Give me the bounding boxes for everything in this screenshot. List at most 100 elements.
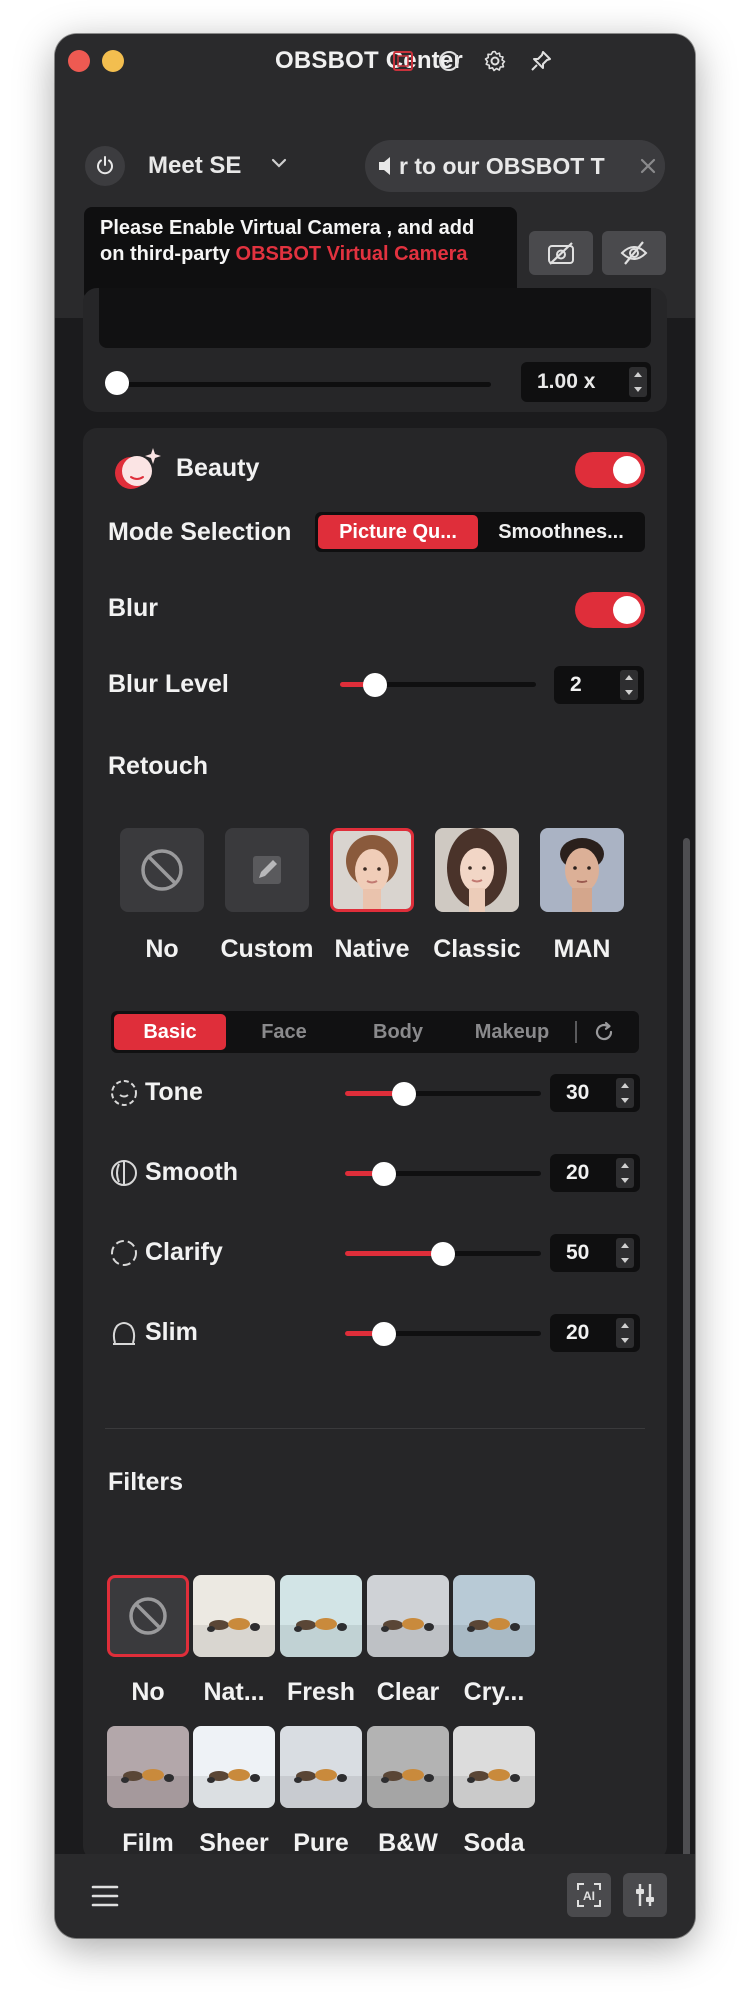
mode-picture-quality[interactable]: Picture Qu... bbox=[318, 515, 478, 549]
blur-level-stepper[interactable]: 2 bbox=[554, 666, 644, 704]
announcement-text: r to our OBSBOT T bbox=[399, 153, 605, 179]
tone-icon bbox=[111, 1080, 137, 1106]
virtual-camera-notice: Please Enable Virtual Camera , and add o… bbox=[84, 207, 517, 301]
scrollbar[interactable] bbox=[683, 838, 690, 1888]
retouch-custom[interactable] bbox=[225, 828, 309, 912]
retouch-label-native: Native bbox=[334, 935, 410, 963]
announcement-banner[interactable]: r to our OBSBOT T bbox=[365, 140, 665, 192]
filter-clear-3[interactable] bbox=[367, 1575, 449, 1657]
adjustment-tabs: Basic Face Body Makeup bbox=[111, 1011, 639, 1053]
retouch-label-man: MAN bbox=[553, 935, 611, 963]
chevron-down-icon[interactable] bbox=[270, 156, 288, 170]
filter-film-5[interactable] bbox=[107, 1726, 189, 1808]
tone-thumb[interactable] bbox=[391, 1082, 416, 1106]
announcement-close-button[interactable] bbox=[631, 140, 665, 192]
filter-preview-image bbox=[280, 1726, 362, 1808]
smooth-stepper-arrows[interactable] bbox=[616, 1158, 634, 1188]
tab-basic[interactable]: Basic bbox=[114, 1014, 226, 1050]
filter-preview-image bbox=[107, 1726, 189, 1808]
slim-value: 20 bbox=[566, 1321, 590, 1344]
beauty-title: Beauty bbox=[176, 454, 260, 482]
reset-icon[interactable] bbox=[592, 1020, 616, 1044]
beauty-toggle[interactable] bbox=[575, 452, 645, 488]
adjust-label-tone: Tone bbox=[145, 1078, 203, 1106]
gear-icon[interactable] bbox=[481, 47, 509, 75]
filter-b-w-8[interactable] bbox=[367, 1726, 449, 1808]
window-mode-icon[interactable] bbox=[389, 47, 417, 75]
filter-preview-image bbox=[453, 1726, 535, 1808]
blur-level-stepper-arrows[interactable] bbox=[620, 670, 638, 700]
tab-face[interactable]: Face bbox=[228, 1014, 340, 1050]
zoom-slider-thumb[interactable] bbox=[105, 371, 129, 395]
beauty-icon bbox=[115, 448, 161, 489]
eye-off-icon bbox=[620, 241, 648, 265]
title-bar: OBSBOT Center bbox=[55, 34, 695, 88]
ai-frame-icon: AI bbox=[577, 1883, 601, 1907]
retouch-none[interactable] bbox=[120, 828, 204, 912]
no-symbol-icon bbox=[129, 1597, 167, 1635]
filter-preview-image bbox=[453, 1575, 535, 1657]
tab-makeup[interactable]: Makeup bbox=[456, 1014, 568, 1050]
clarify-stepper-arrows[interactable] bbox=[616, 1238, 634, 1268]
tone-slider[interactable] bbox=[345, 1091, 541, 1096]
filter-cry-4[interactable] bbox=[453, 1575, 535, 1657]
filter-fresh-2[interactable] bbox=[280, 1575, 362, 1657]
zoom-stepper-arrows[interactable] bbox=[629, 367, 647, 397]
ai-tracking-button[interactable]: AI bbox=[567, 1873, 611, 1917]
section-divider bbox=[105, 1428, 645, 1429]
blur-toggle[interactable] bbox=[575, 592, 645, 628]
blur-label: Blur bbox=[108, 594, 158, 622]
tone-stepper[interactable]: 30 bbox=[550, 1074, 640, 1112]
close-icon bbox=[640, 158, 656, 174]
clarify-icon bbox=[111, 1240, 137, 1266]
sliders-icon bbox=[636, 1884, 654, 1906]
privacy-button[interactable] bbox=[602, 231, 666, 275]
mode-smoothness[interactable]: Smoothnes... bbox=[481, 515, 641, 549]
settings-panel: 1.00 x Beauty Mode Selection Picture Qu.… bbox=[55, 288, 695, 1888]
zoom-stepper[interactable]: 1.00 x bbox=[521, 362, 651, 402]
native-face-image bbox=[333, 831, 411, 909]
retouch-label-classic: Classic bbox=[433, 935, 521, 963]
filter-preview-image bbox=[367, 1575, 449, 1657]
smooth-stepper[interactable]: 20 bbox=[550, 1154, 640, 1192]
pin-icon[interactable] bbox=[527, 47, 555, 75]
tab-body[interactable]: Body bbox=[342, 1014, 454, 1050]
clarify-stepper[interactable]: 50 bbox=[550, 1234, 640, 1272]
slim-icon bbox=[112, 1322, 136, 1345]
zoom-slider[interactable] bbox=[111, 382, 491, 387]
clarify-thumb[interactable] bbox=[431, 1242, 455, 1266]
minimize-window-button[interactable] bbox=[102, 50, 124, 72]
filter-sheer-6[interactable] bbox=[193, 1726, 275, 1808]
power-button[interactable] bbox=[85, 146, 125, 186]
retouch-label-custom: Custom bbox=[220, 935, 314, 963]
retouch-man[interactable] bbox=[540, 828, 624, 912]
menu-icon[interactable] bbox=[91, 1884, 119, 1908]
adjust-label-clarify: Clarify bbox=[145, 1238, 223, 1266]
smooth-thumb[interactable] bbox=[372, 1162, 397, 1186]
compass-icon[interactable] bbox=[435, 47, 463, 75]
device-name[interactable]: Meet SE bbox=[148, 152, 241, 180]
tone-stepper-arrows[interactable] bbox=[616, 1078, 634, 1108]
zoom-value: 1.00 x bbox=[537, 370, 596, 393]
filter-soda-9[interactable] bbox=[453, 1726, 535, 1808]
filter-preview-image bbox=[367, 1726, 449, 1808]
retouch-classic[interactable] bbox=[435, 828, 519, 912]
slim-thumb[interactable] bbox=[372, 1322, 397, 1346]
zoom-card: 1.00 x bbox=[83, 288, 667, 412]
slim-stepper[interactable]: 20 bbox=[550, 1314, 640, 1352]
power-icon bbox=[97, 156, 113, 175]
filter-none-0[interactable] bbox=[107, 1575, 189, 1657]
blur-level-thumb[interactable] bbox=[363, 673, 388, 697]
close-window-button[interactable] bbox=[68, 50, 90, 72]
adjust-label-slim: Slim bbox=[145, 1318, 198, 1346]
filter-nat-1[interactable] bbox=[193, 1575, 275, 1657]
filters-title: Filters bbox=[108, 1468, 184, 1496]
adjust-settings-button[interactable] bbox=[623, 1873, 667, 1917]
notice-link[interactable]: OBSBOT Virtual Camera bbox=[236, 243, 468, 265]
camera-off-button[interactable] bbox=[529, 231, 593, 275]
filter-pure-7[interactable] bbox=[280, 1726, 362, 1808]
retouch-native[interactable] bbox=[330, 828, 414, 912]
no-symbol-icon bbox=[141, 849, 183, 891]
bottom-toolbar: AI bbox=[55, 1854, 695, 1938]
slim-stepper-arrows[interactable] bbox=[616, 1318, 634, 1348]
